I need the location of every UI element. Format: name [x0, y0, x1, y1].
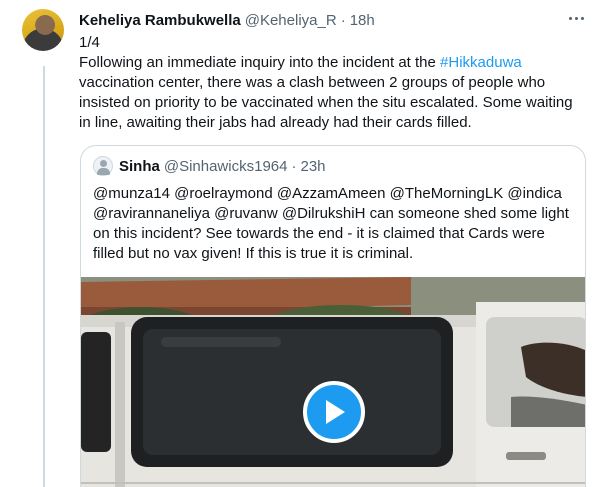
avatar[interactable] — [22, 9, 64, 51]
hashtag-link[interactable]: #Hikkaduwa — [440, 54, 522, 71]
tweet-text-part: vaccination center, there was a clash be… — [79, 74, 573, 131]
thread-index: 1/4 — [79, 34, 100, 51]
play-icon[interactable] — [303, 381, 365, 443]
quoted-author-handle: @Sinhawicks1964 — [163, 157, 288, 175]
author-name[interactable]: Keheliya Rambukwella — [79, 12, 241, 29]
author-handle[interactable]: @Keheliya_R — [245, 12, 337, 29]
quoted-author-name: Sinha — [119, 157, 160, 175]
tweet-text: Following an immediate inquiry into the … — [79, 53, 579, 133]
quoted-tweet-header: Sinha @Sinhawicks1964 · 23h — [93, 156, 326, 176]
quoted-timestamp: 23h — [300, 157, 326, 175]
video-player[interactable] — [81, 277, 585, 487]
quoted-avatar — [93, 156, 113, 176]
quoted-tweet[interactable]: Sinha @Sinhawicks1964 · 23h @munza14 @ro… — [80, 145, 586, 487]
quoted-tweet-text: @munza14 @roelraymond @AzzamAmeen @TheMo… — [93, 185, 569, 262]
tweet-body: 1/4 Following an immediate inquiry into … — [79, 33, 579, 133]
thread-line — [43, 66, 45, 487]
tweet-text-part: Following an immediate inquiry into the … — [79, 54, 441, 71]
separator-dot: · — [291, 157, 297, 175]
separator-dot: · — [340, 11, 346, 29]
timestamp[interactable]: 18h — [350, 12, 375, 29]
tweet[interactable]: Keheliya Rambukwella @Keheliya_R · 18h 1… — [0, 0, 597, 487]
play-icon-glyph — [326, 400, 345, 424]
tweet-header: Keheliya Rambukwella @Keheliya_R · 18h — [79, 11, 577, 29]
more-horizontal-icon[interactable] — [565, 9, 587, 27]
